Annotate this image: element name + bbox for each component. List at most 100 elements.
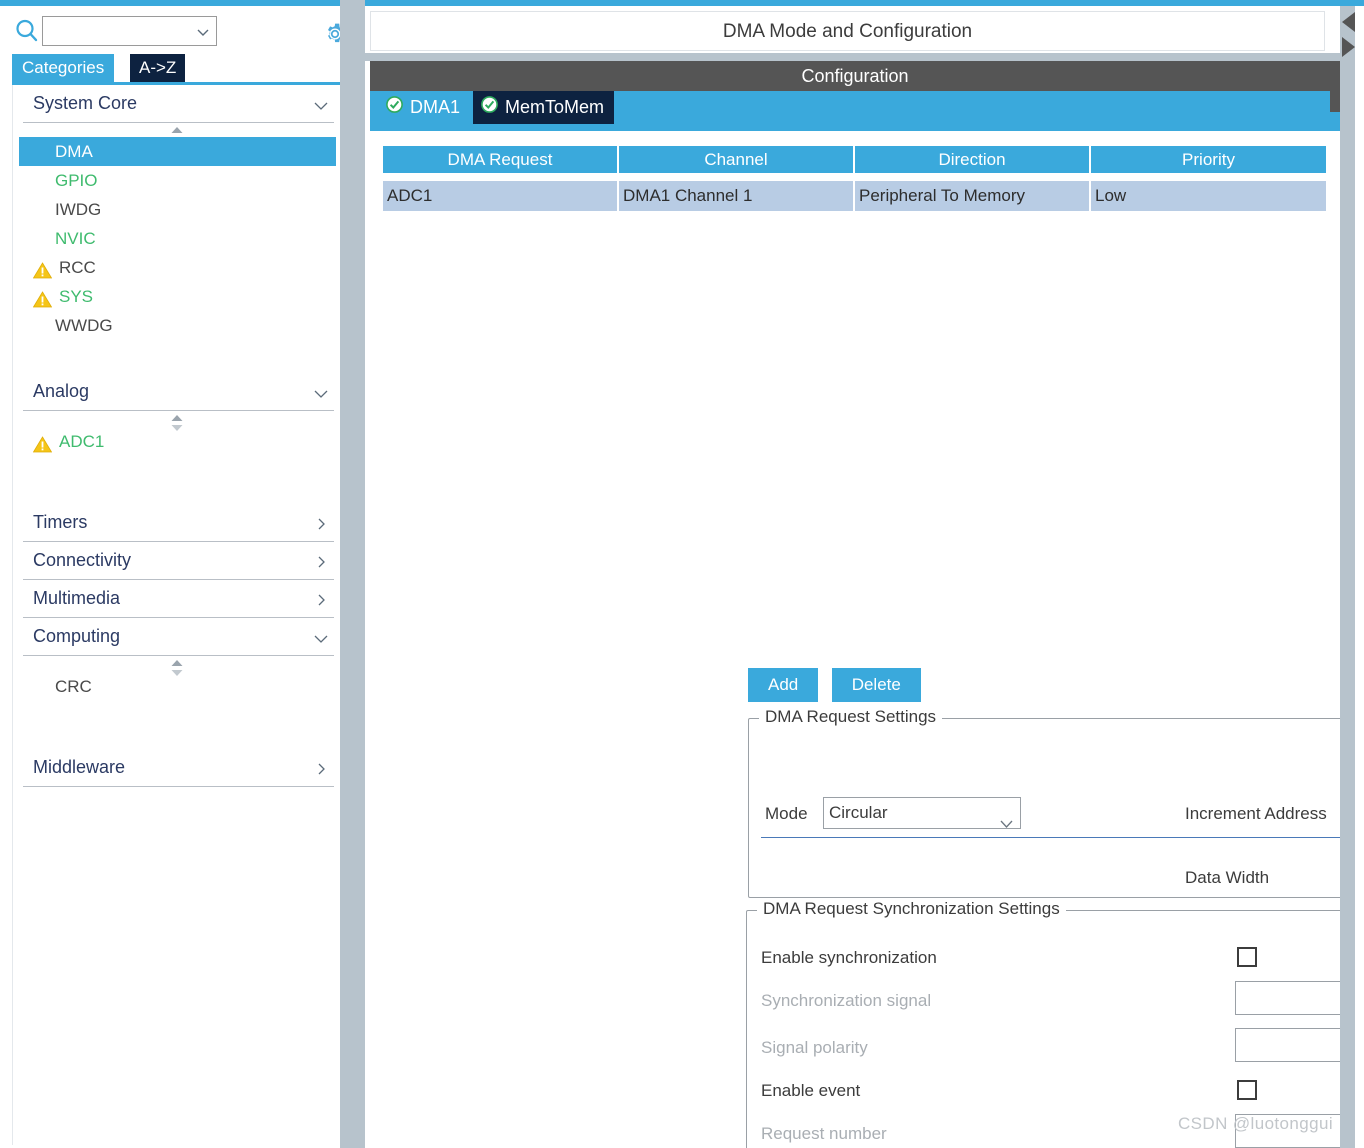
sidebar-group-timers[interactable]: Timers: [23, 504, 334, 542]
mode-label: Mode: [765, 804, 808, 823]
enable-synchronization-checkbox[interactable]: [1237, 947, 1257, 967]
dma-request-table: DMA Request Channel Direction Priority A…: [383, 146, 1326, 211]
chevron-down-icon: [314, 631, 328, 643]
table-row[interactable]: ADC1 DMA1 Channel 1 Peripheral To Memory…: [383, 181, 1326, 211]
cell-dma-request[interactable]: ADC1: [383, 181, 619, 211]
check-circle-icon: [481, 91, 498, 124]
enable-synchronization-label: Enable synchronization: [761, 948, 937, 967]
search-combobox[interactable]: [42, 16, 217, 46]
tab-categories[interactable]: Categories: [12, 54, 115, 82]
sidebar-item-label: IWDG: [55, 200, 102, 219]
tab-memtomem[interactable]: MemToMem: [473, 91, 615, 124]
enable-event-checkbox[interactable]: [1237, 1080, 1257, 1100]
sidebar-group-body-analog: ADC1: [13, 411, 340, 504]
sidebar-item-label: NVIC: [55, 229, 96, 248]
table-actions: Add Delete: [748, 668, 921, 702]
sidebar-group-analog[interactable]: Analog: [23, 373, 334, 411]
cell-direction[interactable]: Peripheral To Memory: [855, 181, 1091, 211]
sidebar: Categories A->Z System Core DMA GPIO IWD…: [0, 6, 347, 1148]
sidebar-group-system-core[interactable]: System Core: [23, 85, 334, 123]
sidebar-item-crc[interactable]: CRC: [13, 672, 340, 701]
sidebar-item-dma[interactable]: DMA: [19, 137, 336, 166]
chevron-right-icon: [314, 593, 328, 606]
chevron-down-icon: [314, 386, 328, 398]
mode-select[interactable]: Circular: [823, 797, 1021, 829]
chevron-right-icon: [314, 762, 328, 775]
mode-value: Circular: [829, 803, 888, 822]
column-header-priority[interactable]: Priority: [1091, 146, 1326, 173]
sidebar-item-label: WWDG: [55, 316, 113, 335]
sidebar-item-rcc[interactable]: RCC: [13, 253, 340, 282]
column-header-dma-request[interactable]: DMA Request: [383, 146, 619, 173]
sidebar-item-label: DMA: [55, 142, 93, 161]
sidebar-group-computing[interactable]: Computing: [23, 618, 334, 656]
main-panel: DMA Mode and Configuration Configuration…: [365, 6, 1364, 1148]
right-scrollbar-track: [1355, 6, 1364, 1148]
search-icon: [14, 18, 40, 44]
column-header-channel[interactable]: Channel: [619, 146, 855, 173]
chevron-down-icon: [196, 25, 210, 39]
sidebar-tabs: Categories A->Z: [0, 54, 340, 82]
configuration-header: Configuration: [370, 61, 1340, 91]
group-legend: DMA Request Settings: [759, 707, 943, 727]
tab-dma1[interactable]: DMA1: [378, 91, 470, 124]
warning-icon: [32, 433, 53, 453]
increment-address-label: Increment Address: [1185, 804, 1327, 823]
sidebar-group-body-computing: CRC: [13, 656, 340, 749]
column-header-direction[interactable]: Direction: [855, 146, 1091, 173]
group-label: System Core: [33, 93, 138, 113]
table-header-row: DMA Request Channel Direction Priority: [383, 146, 1326, 173]
sidebar-item-adc1[interactable]: ADC1: [13, 427, 340, 456]
title-gap: [365, 53, 1340, 61]
add-button[interactable]: Add: [748, 668, 819, 702]
group-label: Timers: [33, 512, 88, 532]
chevron-right-icon: [314, 555, 328, 568]
dma-sync-settings-group: DMA Request Synchronization Settings Ena…: [746, 899, 1364, 1148]
sidebar-item-label: SYS: [59, 287, 94, 306]
sidebar-item-gpio[interactable]: GPIO: [13, 166, 340, 195]
sidebar-group-connectivity[interactable]: Connectivity: [23, 542, 334, 580]
collapse-left-arrow-icon[interactable]: [1340, 9, 1357, 35]
enable-event-label: Enable event: [761, 1081, 861, 1100]
panel-splitter[interactable]: [340, 6, 365, 1148]
tab-a-to-z[interactable]: A->Z: [130, 54, 186, 82]
search-input[interactable]: [43, 17, 195, 45]
sidebar-item-nvic[interactable]: NVIC: [13, 224, 340, 253]
tab-label: MemToMem: [505, 97, 605, 117]
sidebar-group-middleware[interactable]: Middleware: [23, 749, 334, 787]
sidebar-item-sys[interactable]: SYS: [13, 282, 340, 311]
group-legend: DMA Request Synchronization Settings: [757, 899, 1066, 919]
sidebar-group-multimedia[interactable]: Multimedia: [23, 580, 334, 618]
cell-channel[interactable]: DMA1 Channel 1: [619, 181, 855, 211]
sidebar-group-body-system-core: DMA GPIO IWDG NVIC RCC SYS WWDG: [13, 123, 340, 373]
chevron-right-icon: [314, 517, 328, 530]
delete-button[interactable]: Delete: [831, 668, 921, 702]
sidebar-search-row: [0, 10, 347, 50]
group-label: Middleware: [33, 757, 126, 777]
tab-label: DMA1: [410, 97, 461, 117]
settings-horizontal-divider: [761, 837, 1364, 838]
right-scrollbar-thumb[interactable]: [1330, 64, 1340, 112]
cell-priority[interactable]: Low: [1091, 181, 1326, 211]
group-label: Connectivity: [33, 550, 132, 570]
sidebar-item-label: ADC1: [59, 432, 105, 451]
signal-polarity-label: Signal polarity: [761, 1038, 868, 1057]
warning-icon: [32, 259, 53, 279]
chevron-down-icon: [314, 98, 328, 110]
request-number-label: Request number: [761, 1124, 887, 1143]
synchronization-signal-label: Synchronization signal: [761, 991, 932, 1010]
sidebar-tree: System Core DMA GPIO IWDG NVIC RCC SYS W…: [12, 85, 340, 1145]
sidebar-item-label: CRC: [55, 677, 92, 696]
tabstrip-underline: [370, 127, 1340, 131]
group-label: Analog: [33, 381, 90, 401]
expand-right-arrow-icon[interactable]: [1340, 34, 1357, 60]
check-circle-icon: [386, 91, 403, 124]
sidebar-item-iwdg[interactable]: IWDG: [13, 195, 340, 224]
watermark: CSDN @luotonggui: [1178, 1114, 1334, 1133]
configuration-tabstrip: DMA1 MemToMem: [370, 91, 1340, 131]
chevron-down-icon: [1000, 809, 1013, 828]
sidebar-item-wwdg[interactable]: WWDG: [13, 311, 340, 340]
warning-icon: [32, 288, 53, 308]
application-window: Categories A->Z System Core DMA GPIO IWD…: [0, 0, 1364, 1148]
sidebar-item-label: RCC: [59, 258, 96, 277]
